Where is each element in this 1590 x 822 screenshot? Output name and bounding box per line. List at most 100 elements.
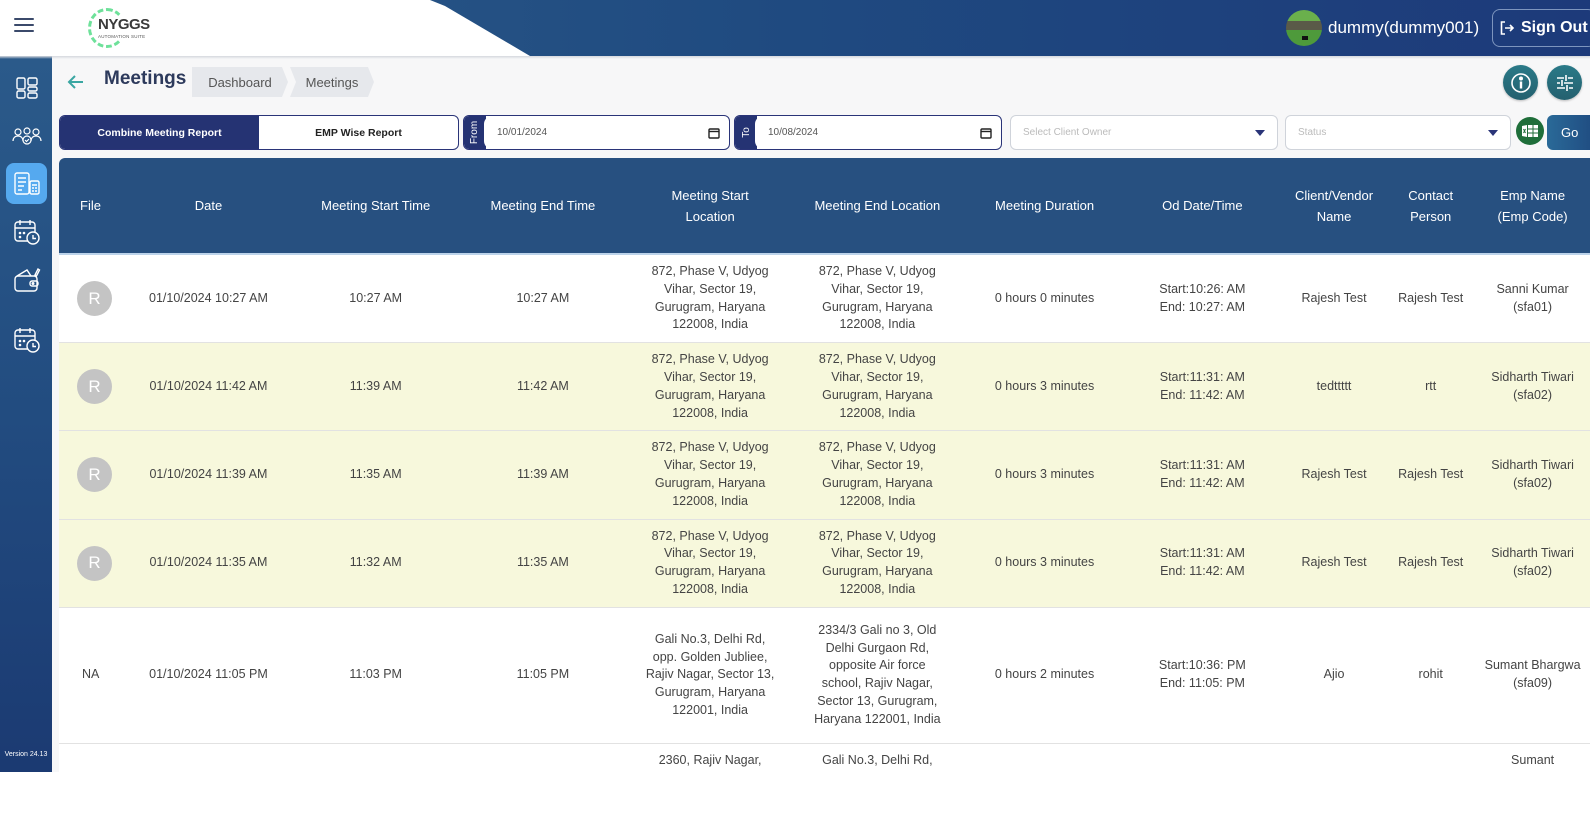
cell-file: R — [59, 342, 125, 432]
filter-settings-button[interactable] — [1547, 65, 1582, 100]
cell-emp-name: Sumant Bhargwa (sfa09) — [1469, 607, 1590, 744]
cell-client-name: Ajio — [1276, 607, 1392, 744]
od-start: Start:11:31: AM — [1159, 546, 1245, 561]
cell-date: 01/10/2024 11:35 AM — [124, 519, 293, 608]
sidebar-item-users[interactable] — [6, 115, 47, 156]
user-profile[interactable]: dummy(dummy001) — [1286, 10, 1479, 46]
table-row[interactable]: R 01/10/2024 10:27 AM 10:27 AM 10:27 AM 872,… — [59, 254, 1590, 344]
back-arrow-icon[interactable] — [66, 72, 88, 92]
client-owner-select[interactable]: Select Client Owner — [1010, 115, 1278, 150]
file-avatar-badge[interactable]: R — [77, 545, 112, 581]
cell-duration: 0 hours 2 minutes — [960, 607, 1129, 744]
cell-emp-name: Sidharth Tiwari (sfa02) — [1469, 519, 1590, 608]
cell-emp-name: Sidharth Tiwari (sfa02) — [1469, 430, 1590, 520]
od-start: Start:11:31: AM — [1159, 369, 1245, 384]
top-bar: NYGGS AUTOMATION SUITE dummy(dummy001) S… — [0, 0, 1590, 59]
sidebar-item-expenses[interactable] — [6, 259, 47, 300]
excel-export-button[interactable] — [1516, 117, 1544, 145]
cell-od-datetime: Start:10:26: AM End: 10:27: AM — [1128, 254, 1277, 344]
cell-duration: 0 hours 3 minutes — [960, 342, 1129, 432]
cell-contact-person — [1391, 743, 1470, 772]
file-avatar-badge[interactable]: R — [77, 369, 112, 405]
meetings-table: File Date Meeting Start Time Meeting End… — [59, 158, 1590, 772]
to-date-value[interactable]: 10/08/2024 — [755, 116, 971, 149]
go-button[interactable]: Go — [1547, 115, 1590, 150]
cell-end-location: Gali No.3, Delhi Rd, opp. Golden Jubliee… — [793, 743, 961, 772]
cell-duration — [960, 743, 1129, 772]
cell-file: R — [59, 430, 125, 520]
column-header-date[interactable]: Date — [124, 158, 293, 255]
sign-out-button[interactable]: Sign Out — [1492, 9, 1590, 47]
cell-end-time: 11:05 PM — [459, 607, 627, 744]
status-placeholder: Status — [1298, 127, 1327, 138]
cell-client-name: tedttttt — [1276, 342, 1392, 432]
sidebar-item-reports[interactable] — [6, 163, 47, 204]
tab-combine-meeting-report[interactable]: Combine Meeting Report — [60, 116, 259, 149]
od-end: End: 11:42: AM — [1160, 475, 1245, 490]
cell-start-location: 872, Phase V, Udyog Vihar, Sector 19, Gu… — [626, 254, 794, 344]
column-header-end-time[interactable]: Meeting End Time — [459, 158, 627, 255]
breadcrumb-meetings[interactable]: Meetings — [290, 67, 374, 97]
report-document-icon — [13, 171, 40, 195]
calendar-icon[interactable] — [699, 116, 729, 149]
column-header-start-location[interactable]: Meeting Start Location — [626, 158, 794, 255]
sidebar-item-leave[interactable] — [6, 319, 47, 360]
column-header-contact-person[interactable]: Contact Person — [1391, 158, 1470, 255]
cell-contact-person: rohit — [1391, 607, 1470, 744]
cell-emp-name: Sidharth Tiwari (sfa02) — [1469, 342, 1590, 432]
cell-file: R — [59, 519, 125, 608]
wallet-icon — [13, 267, 40, 292]
from-date-field[interactable]: From 10/01/2024 — [463, 115, 730, 150]
dashboard-grid-icon — [15, 76, 38, 99]
cell-duration: 0 hours 0 minutes — [960, 254, 1129, 344]
app-root: NYGGS AUTOMATION SUITE dummy(dummy001) S… — [0, 0, 1590, 772]
breadcrumb-dashboard[interactable]: Dashboard — [192, 67, 288, 97]
tab-emp-wise-report[interactable]: EMP Wise Report — [259, 116, 458, 149]
from-label: From — [464, 116, 486, 149]
column-header-end-location[interactable]: Meeting End Location — [793, 158, 961, 255]
cell-od-datetime: Start:11:31: AM End: 11:42: AM — [1128, 519, 1277, 608]
to-label: To — [735, 116, 757, 149]
status-select[interactable]: Status — [1285, 115, 1511, 150]
column-header-duration[interactable]: Meeting Duration — [960, 158, 1129, 255]
cell-emp-name: Sanni Kumar (sfa01) — [1469, 254, 1590, 344]
cell-start-time — [292, 743, 460, 772]
cell-file — [59, 743, 125, 772]
table-row[interactable]: NA 01/10/2024 11:05 PM 11:03 PM 11:05 PM Gal… — [59, 607, 1590, 744]
cell-client-name: Rajesh Test — [1276, 430, 1392, 520]
calendar-icon[interactable] — [971, 116, 1001, 149]
cell-contact-person: Rajesh Test — [1391, 430, 1470, 520]
info-icon — [1510, 72, 1531, 93]
cell-start-location: 2360, Rajiv Nagar, — [626, 743, 794, 772]
topbar-shadow — [0, 56, 1590, 59]
cell-od-datetime: Start:11:31: AM End: 11:42: AM — [1128, 430, 1277, 520]
chevron-down-icon — [1255, 129, 1265, 136]
hamburger-menu-icon[interactable] — [14, 18, 34, 34]
sidebar-item-dashboard[interactable] — [6, 67, 47, 108]
table-row[interactable]: R 01/10/2024 11:35 AM 11:32 AM 11:35 AM 872,… — [59, 519, 1590, 608]
table-row[interactable]: 2360, Rajiv Nagar,Gali No.3, Delhi Rd, o… — [59, 743, 1590, 772]
od-start: Start:10:36: PM — [1158, 658, 1246, 673]
column-header-client-vendor[interactable]: Client/Vendor Name — [1276, 158, 1392, 255]
column-header-emp-name[interactable]: Emp Name (Emp Code) — [1469, 158, 1590, 255]
chevron-down-icon — [1488, 129, 1498, 136]
to-date-field[interactable]: To 10/08/2024 — [734, 115, 1002, 150]
sidebar-item-attendance[interactable] — [6, 211, 47, 252]
cell-end-time: 11:35 AM — [459, 519, 627, 608]
column-header-start-time[interactable]: Meeting Start Time — [292, 158, 460, 255]
file-avatar-badge[interactable]: R — [77, 457, 112, 493]
cell-file: NA — [59, 607, 125, 744]
cell-client-name: Rajesh Test — [1276, 519, 1392, 608]
cell-duration: 0 hours 3 minutes — [960, 430, 1129, 520]
cell-end-time — [459, 743, 627, 772]
info-button[interactable] — [1503, 65, 1538, 100]
cell-end-time: 11:42 AM — [459, 342, 627, 432]
column-header-od-datetime[interactable]: Od Date/Time — [1128, 158, 1277, 255]
column-header-file[interactable]: File — [59, 158, 125, 255]
file-avatar-badge[interactable]: R — [77, 281, 112, 317]
cell-start-time: 11:39 AM — [292, 342, 460, 432]
from-date-value[interactable]: 10/01/2024 — [484, 116, 699, 149]
table-row[interactable]: R 01/10/2024 11:42 AM 11:39 AM 11:42 AM 872,… — [59, 342, 1590, 432]
table-row[interactable]: R 01/10/2024 11:39 AM 11:35 AM 11:39 AM 872,… — [59, 430, 1590, 520]
cell-contact-person: rtt — [1391, 342, 1470, 432]
